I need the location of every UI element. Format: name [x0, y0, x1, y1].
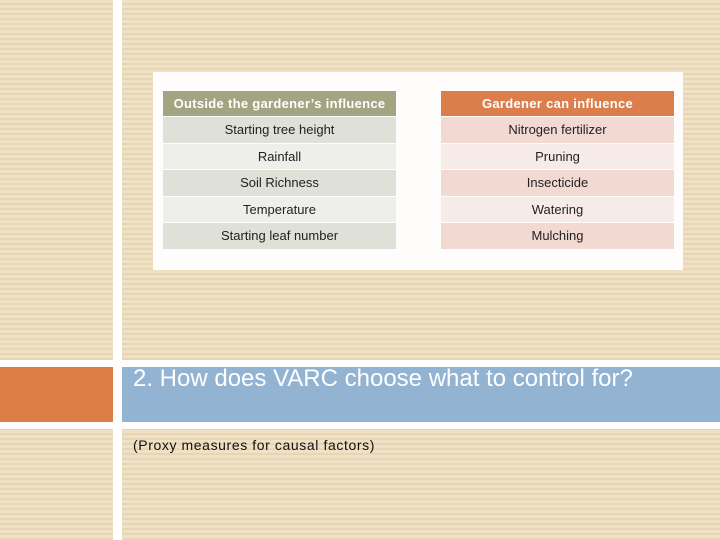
table-row: Starting tree height: [163, 117, 396, 143]
table-row: Nitrogen fertilizer: [441, 117, 674, 143]
table-row: Pruning: [441, 143, 674, 169]
table-row: Temperature: [163, 196, 396, 222]
title-band-bottom-border: [0, 422, 720, 429]
table-row: Mulching: [441, 223, 674, 249]
slide-title: 2. How does VARC choose what to control …: [133, 365, 633, 392]
vertical-divider: [113, 0, 122, 540]
gardener-influence-table: Gardener can influence Nitrogen fertiliz…: [441, 91, 674, 250]
table-row: Starting leaf number: [163, 223, 396, 249]
table-header: Outside the gardener’s influence: [163, 91, 396, 116]
accent-block: [0, 367, 113, 422]
table-row: Insecticide: [441, 170, 674, 196]
slide-subtitle: (Proxy measures for causal factors): [133, 437, 375, 453]
table-header: Gardener can influence: [441, 91, 674, 116]
table-row: Rainfall: [163, 143, 396, 169]
table-row: Watering: [441, 196, 674, 222]
outside-influence-table: Outside the gardener’s influence Startin…: [163, 91, 396, 250]
table-row: Soil Richness: [163, 170, 396, 196]
